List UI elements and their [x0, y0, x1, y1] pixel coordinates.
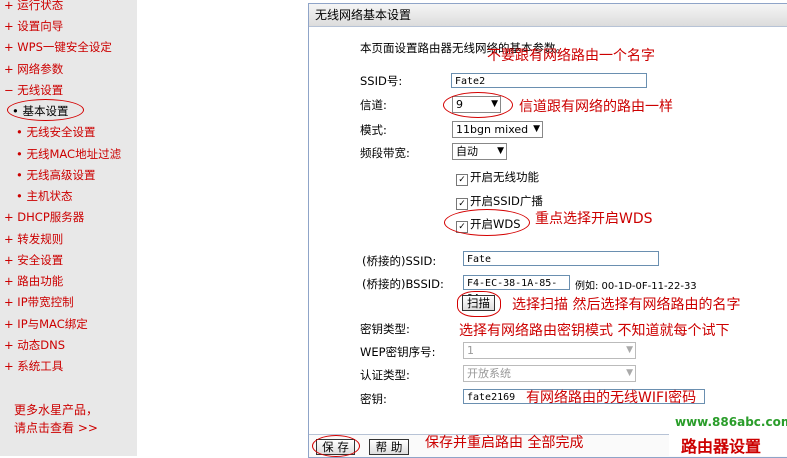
sidebar-item-wireless-security[interactable]: • 无线安全设置 [16, 124, 95, 140]
mode-label: 模式: [360, 123, 387, 137]
wep-index-label: WEP密钥序号: [360, 345, 436, 359]
sidebar-item-system-tools[interactable]: + 系统工具 [4, 358, 63, 374]
checkmark-icon: ✓ [456, 198, 468, 210]
bandwidth-select[interactable]: 自动 ▼ [452, 143, 507, 160]
sidebar-item-bandwidth[interactable]: + IP带宽控制 [4, 294, 74, 310]
sidebar-item-wps[interactable]: + WPS一键安全设定 [4, 39, 112, 55]
wds-annotation: 重点选择开启WDS [535, 211, 653, 227]
highlight-circle [444, 209, 530, 236]
enable-wireless-checkbox[interactable]: ✓ 开启无线功能 [456, 169, 539, 186]
sidebar-item-wireless-advanced[interactable]: • 无线高级设置 [16, 167, 95, 183]
sidebar: + 运行状态 + 设置向导 + WPS一键安全设定 + 网络参数 − 无线设置 … [0, 0, 137, 456]
mode-select[interactable]: 11bgn mixed ▼ [452, 121, 543, 138]
channel-label: 信道: [360, 98, 387, 112]
sidebar-item-ip-mac-binding[interactable]: + IP与MAC绑定 [4, 316, 88, 332]
sidebar-item-wireless[interactable]: − 无线设置 [4, 82, 63, 98]
panel-title: 无线网络基本设置 [309, 4, 787, 27]
watermark-text: 路由器设置 [681, 437, 762, 456]
watermark: www.886abc.com 路由器设置 [669, 411, 787, 456]
sidebar-item-ddns[interactable]: + 动态DNS [4, 337, 65, 353]
key-type-label: 密钥类型: [360, 322, 410, 336]
highlight-circle [7, 99, 84, 121]
ssid-annotation: 不要跟有网络路由一个名字 [487, 48, 655, 64]
bridge-bssid-input[interactable]: F4-EC-38-1A-85-94 [463, 275, 570, 304]
more-products-line1[interactable]: 更多水星产品， [14, 401, 98, 418]
ssid-label: SSID号: [360, 74, 403, 88]
watermark-url: www.886abc.com [675, 415, 787, 429]
bandwidth-label: 频段带宽: [360, 146, 410, 160]
channel-annotation: 信道跟有网络的路由一样 [519, 99, 673, 115]
highlight-circle [312, 435, 360, 457]
sidebar-item-dhcp[interactable]: + DHCP服务器 [4, 209, 84, 225]
sidebar-item-routing[interactable]: + 路由功能 [4, 273, 63, 289]
save-annotation: 保存并重启路由 全部完成 [425, 435, 584, 451]
bridge-bssid-label: (桥接的)BSSID: [362, 277, 444, 291]
sidebar-item-mac-filter[interactable]: • 无线MAC地址过滤 [16, 146, 121, 162]
sidebar-item-host-status[interactable]: • 主机状态 [16, 188, 72, 204]
key-annotation: 有网络路由的无线WIFI密码 [526, 390, 697, 406]
ssid-input[interactable]: Fate2 [451, 73, 647, 88]
highlight-circle [443, 92, 513, 118]
key-label: 密钥: [360, 392, 387, 406]
sidebar-item-wizard[interactable]: + 设置向导 [4, 18, 63, 34]
more-products-link[interactable]: 请点击查看 >> [14, 419, 98, 436]
sidebar-item-forwarding[interactable]: + 转发规则 [4, 231, 63, 247]
wep-index-select[interactable]: 1 ▼ [463, 342, 636, 359]
enable-ssid-broadcast-checkbox[interactable]: ✓ 开启SSID广播 [456, 193, 543, 210]
bridge-ssid-input[interactable]: Fate [463, 251, 659, 266]
chevron-down-icon: ▼ [497, 146, 504, 156]
scan-annotation: 选择扫描 然后选择有网络路由的名字 [512, 297, 741, 313]
bridge-ssid-label: (桥接的)SSID: [362, 254, 437, 268]
sidebar-item-network[interactable]: + 网络参数 [4, 61, 63, 77]
auth-type-select[interactable]: 开放系统 ▼ [463, 365, 636, 382]
auth-type-label: 认证类型: [360, 368, 410, 382]
bssid-example: 例如: 00-1D-0F-11-22-33 [575, 281, 697, 292]
chevron-down-icon: ▼ [626, 368, 633, 378]
key-type-annotation: 选择有网络路由密钥模式 不知道就每个试下 [459, 323, 730, 339]
sidebar-item-security[interactable]: + 安全设置 [4, 252, 63, 268]
chevron-down-icon: ▼ [626, 345, 633, 355]
help-button[interactable]: 帮 助 [369, 439, 409, 455]
sidebar-item-status[interactable]: + 运行状态 [4, 0, 63, 13]
chevron-down-icon: ▼ [533, 124, 540, 134]
checkmark-icon: ✓ [456, 174, 468, 186]
highlight-circle [457, 291, 501, 317]
